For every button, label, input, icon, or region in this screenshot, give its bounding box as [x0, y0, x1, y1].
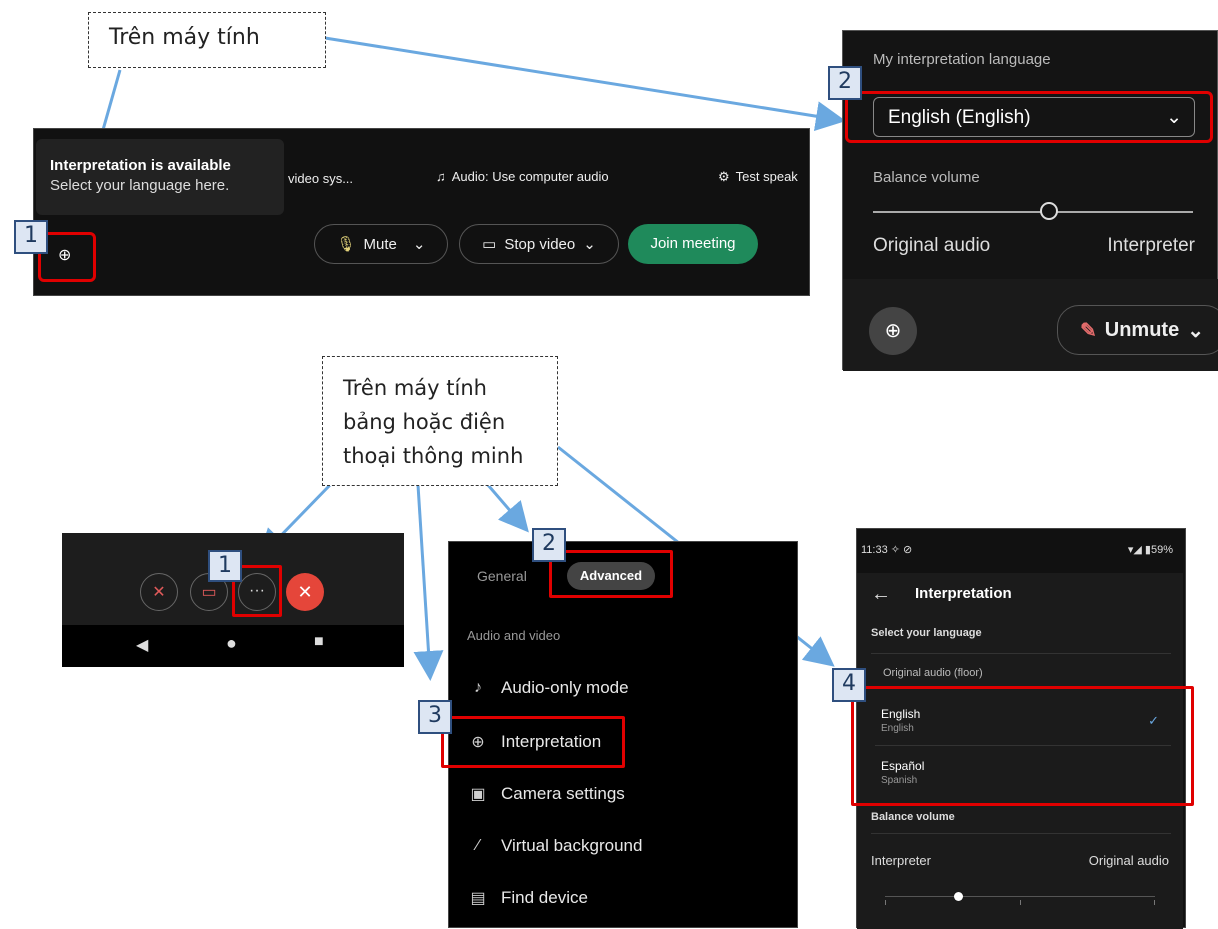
- android-nav-bar: ◀ ● ■: [62, 625, 404, 667]
- menu-item-virtual-background[interactable]: ⁄ Virtual background: [467, 836, 643, 856]
- step-1-desktop: 1: [14, 220, 48, 254]
- arrow-to-interpretation: [413, 484, 444, 681]
- menu-item-camera-settings[interactable]: ▣ Camera settings: [467, 784, 625, 804]
- test-speaker-label: Test speak: [735, 169, 798, 184]
- chevron-down-icon: ⌄: [1187, 319, 1204, 342]
- stop-video-label: Stop video: [504, 235, 576, 253]
- step-4-mobile: 4: [832, 668, 866, 702]
- panel-toolbar: ⊕ ✎ Unmute ⌄: [843, 279, 1218, 371]
- chevron-down-icon: ⌄: [412, 236, 426, 253]
- menu-item-label: Find device: [501, 888, 588, 907]
- microphone-icon: ♪: [474, 679, 482, 696]
- microphone-muted-icon: ✎: [1080, 319, 1097, 342]
- recents-icon[interactable]: ■: [314, 633, 324, 651]
- microphone-icon: 🎙: [336, 236, 356, 253]
- original-audio-label: Original audio: [873, 235, 991, 256]
- phone-balance-slider-track[interactable]: [885, 892, 1155, 905]
- mute-label: Mute: [363, 235, 397, 253]
- language-select-value: English (English): [888, 107, 1031, 128]
- menu-item-label: Audio-only mode: [501, 678, 629, 697]
- test-speaker-option[interactable]: ⚙ Test speak: [718, 169, 798, 185]
- slider-tick: [1154, 900, 1155, 905]
- step-3-mobile: 3: [418, 700, 452, 734]
- arrow-to-language-panel: [324, 36, 846, 132]
- headset-icon: ♫: [436, 169, 446, 184]
- status-battery: ▾◢ ▮59%: [1127, 544, 1173, 556]
- stop-video-button[interactable]: ▭ Stop video ⌄: [459, 224, 619, 264]
- step-1-mobile: 1: [208, 550, 242, 582]
- desktop-meeting-bar: Interpretation is available Select your …: [33, 128, 810, 296]
- home-icon[interactable]: ●: [226, 633, 237, 654]
- menu-item-label: Virtual background: [501, 836, 643, 855]
- menu-item-audio-only[interactable]: ♪ Audio-only mode: [467, 678, 629, 698]
- microphone-muted-icon[interactable]: ✕: [140, 573, 178, 611]
- join-meeting-button[interactable]: Join meeting: [628, 224, 758, 264]
- device-icon: ▤: [470, 890, 486, 907]
- camera-icon: ▭: [482, 236, 497, 253]
- status-time: 11:33 ✧ ⊘: [861, 544, 913, 556]
- menu-item-find-device[interactable]: ▤ Find device: [467, 888, 588, 908]
- tooltip-title: Interpretation is available: [50, 157, 231, 174]
- audio-option[interactable]: ♫ Audio: Use computer audio: [436, 169, 609, 184]
- interpreter-label: Interpreter: [871, 853, 931, 868]
- callout-mobile: Trên máy tính bảng hoặc điện thoại thông…: [322, 356, 558, 486]
- section-audio-video: Audio and video: [467, 628, 561, 643]
- magic-wand-icon: ⁄: [476, 837, 480, 854]
- language-list-highlight: [851, 686, 1194, 806]
- step-2-mobile: 2: [532, 528, 566, 562]
- time-label: 11:33: [861, 544, 888, 556]
- original-audio-label: Original audio: [1088, 853, 1169, 868]
- interpretation-tooltip: Interpretation is available Select your …: [36, 139, 284, 215]
- back-icon[interactable]: ◀: [136, 635, 148, 655]
- back-arrow-icon[interactable]: ←: [871, 583, 891, 606]
- mute-button[interactable]: 🎙 Mute ⌄: [314, 224, 448, 264]
- divider: [871, 653, 1171, 654]
- slider-tick: [1020, 900, 1021, 905]
- tooltip-subtitle: Select your language here.: [50, 177, 230, 194]
- battery-label: 59%: [1150, 544, 1173, 556]
- select-language-label: Select your language: [871, 627, 982, 639]
- slider-tick: [885, 900, 886, 905]
- balance-slider-knob[interactable]: [1040, 202, 1058, 220]
- interpretation-language-panel: My interpretation language English (Engl…: [842, 30, 1218, 371]
- globe-icon[interactable]: ⊕: [869, 307, 917, 355]
- interpreter-label: Interpreter: [1107, 235, 1195, 256]
- page-title: Interpretation: [915, 585, 1012, 602]
- unmute-button[interactable]: ✎ Unmute ⌄: [1057, 305, 1218, 355]
- callout-desktop-text: Trên máy tính: [109, 25, 260, 50]
- wifi-icon: ▾◢: [1127, 544, 1142, 556]
- unmute-label: Unmute: [1104, 318, 1180, 341]
- chevron-down-icon: ⌄: [1166, 107, 1182, 128]
- original-audio-option[interactable]: Original audio (floor): [883, 667, 983, 679]
- globe-icon[interactable]: ⊕: [58, 245, 71, 265]
- callout-mobile-line-2: bảng hoặc điện: [343, 410, 506, 434]
- callout-mobile-line-3: thoại thông minh: [343, 444, 524, 468]
- language-select[interactable]: English (English) ⌄: [873, 97, 1195, 137]
- balance-volume-label: Balance volume: [873, 169, 980, 186]
- mobile-settings-screen: General Advanced Audio and video ♪ Audio…: [441, 541, 798, 928]
- divider: [871, 833, 1171, 834]
- end-call-button[interactable]: ✕: [286, 573, 324, 611]
- arrow-to-advanced-tab: [486, 484, 529, 533]
- gear-icon: ⚙: [718, 169, 730, 184]
- balance-volume-label: Balance volume: [871, 811, 955, 823]
- advanced-tab-highlight: [549, 550, 673, 598]
- tab-general[interactable]: General: [477, 568, 527, 584]
- callout-mobile-line-1: Trên máy tính: [343, 376, 487, 400]
- panel-title: My interpretation language: [873, 51, 1051, 68]
- step-2-desktop: 2: [828, 66, 862, 100]
- menu-item-label: Camera settings: [501, 784, 625, 803]
- interpretation-highlight: [441, 716, 625, 768]
- callout-desktop: Trên máy tính: [88, 12, 326, 68]
- chevron-down-icon: ⌄: [583, 236, 596, 253]
- video-system-label[interactable]: video sys...: [288, 171, 353, 186]
- audio-label: Audio: Use computer audio: [451, 169, 609, 184]
- balance-slider-track[interactable]: [873, 202, 1193, 220]
- camera-icon: ▣: [470, 786, 486, 803]
- phone-slider-knob[interactable]: [953, 892, 963, 901]
